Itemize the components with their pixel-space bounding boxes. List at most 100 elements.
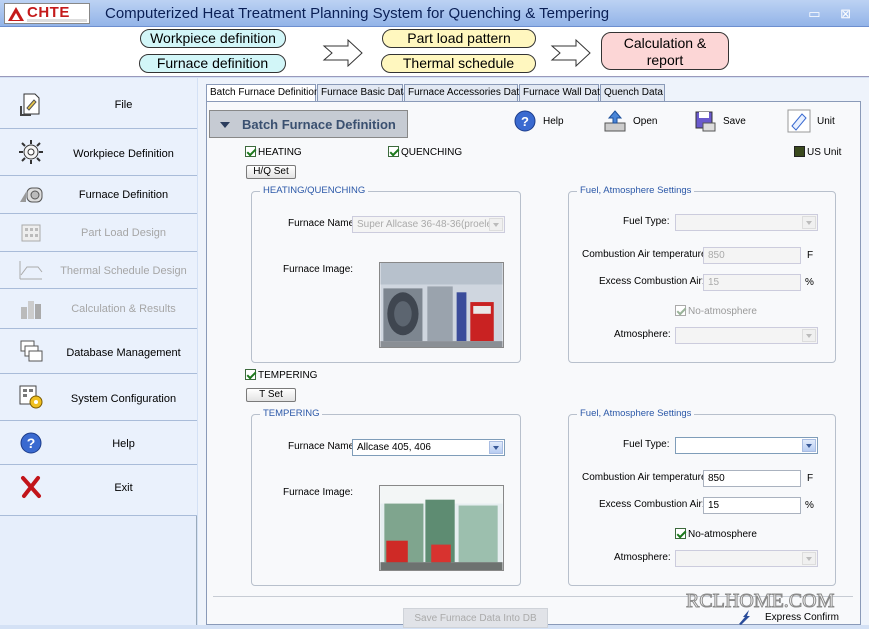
furnace-name-label: Furnace Name: [288, 441, 357, 452]
nav-label: Help [112, 438, 135, 450]
open-icon [604, 110, 626, 132]
nav-item-exit[interactable]: Exit [0, 465, 197, 516]
hq-fuel-type-select[interactable] [675, 214, 818, 231]
nav-label: Database Management [66, 347, 181, 359]
tab-furnace-accessories-data[interactable]: Furnace Accessories Data [404, 84, 525, 102]
exit-icon [21, 476, 41, 498]
furnace-icon [20, 187, 43, 203]
dropdown-arrow-icon [802, 552, 816, 565]
flow-arrow-icon [322, 38, 363, 68]
fuel-type-label: Fuel Type: [623, 216, 670, 227]
excess-air-unit: % [805, 500, 814, 511]
t-air-temp-input[interactable]: 850 [703, 470, 801, 487]
nav-item-system-configuration[interactable]: System Configuration [0, 374, 197, 421]
express-confirm-label: Express Confirm [765, 612, 839, 623]
nav-item-calculation-results[interactable]: Calculation & Results [0, 289, 197, 329]
t-set-button[interactable]: T Set [246, 388, 296, 402]
nav-item-file[interactable]: File [0, 78, 197, 129]
nav-label: Workpiece Definition [73, 148, 174, 160]
nav-item-help[interactable]: ? Help [0, 421, 197, 465]
t-furnace-name-select[interactable]: Allcase 405, 406 [352, 439, 505, 456]
t-no-atmosphere-checkbox[interactable]: No-atmosphere [675, 528, 757, 540]
excess-air-label: Excess Combustion Air: [599, 499, 705, 510]
excess-air-unit: % [805, 277, 814, 288]
no-atmosphere-label: No-atmosphere [688, 306, 757, 317]
nav-item-furnace-definition[interactable]: Furnace Definition [0, 176, 197, 214]
hq-furnace-name-select[interactable]: Super Allcase 36-48-36(proelec [352, 216, 505, 233]
calculation-report-step[interactable]: Calculation & report [601, 32, 729, 70]
help-button[interactable]: ? Help [513, 108, 573, 136]
window-controls[interactable]: ▭ ⊠ [808, 6, 859, 22]
section-title: Batch Furnace Definition [242, 117, 396, 132]
svg-text:?: ? [521, 114, 529, 129]
air-temp-unit: F [807, 473, 814, 484]
us-unit-label: US Unit [807, 147, 842, 158]
tempering-checkbox[interactable]: TEMPERING [245, 369, 317, 381]
nav-item-part-load-design[interactable]: Part Load Design [0, 214, 197, 252]
dropdown-arrow-icon [802, 439, 816, 452]
air-temp-label: Combustion Air temperature: [582, 249, 710, 260]
t-fuel-type-select[interactable] [675, 437, 818, 454]
thermal-schedule-step[interactable]: Thermal schedule [381, 54, 536, 73]
excess-air-label: Excess Combustion Air: [599, 276, 705, 287]
help-label: Help [543, 116, 564, 127]
section-header[interactable]: Batch Furnace Definition [209, 110, 408, 138]
t-furnace-name-value: Allcase 405, 406 [357, 442, 431, 453]
furnace-definition-step[interactable]: Furnace definition [139, 54, 286, 73]
unit-button[interactable]: Unit [787, 108, 847, 136]
flow-arrow-icon [550, 38, 591, 68]
hq-furnace-name-value: Super Allcase 36-48-36(proelec [357, 219, 498, 230]
air-temp-label: Combustion Air temperature: [582, 472, 710, 483]
open-label: Open [633, 116, 658, 127]
quenching-checkbox[interactable]: QUENCHING [388, 146, 462, 158]
us-unit-checkbox[interactable]: US Unit [794, 146, 841, 158]
hq-atmosphere-select[interactable] [675, 327, 818, 344]
t-atmosphere-select[interactable] [675, 550, 818, 567]
tempering-label: TEMPERING [258, 370, 318, 381]
nav-label: Part Load Design [81, 227, 166, 239]
save-furnace-data-button[interactable]: Save Furnace Data Into DB [403, 608, 548, 628]
bars-icon [21, 301, 41, 319]
fuel-type-label: Fuel Type: [623, 439, 670, 450]
hq-excess-air-input[interactable]: 15 [703, 274, 801, 291]
group-title: Fuel, Atmosphere Settings [577, 185, 695, 196]
nav-item-thermal-schedule-design[interactable]: Thermal Schedule Design [0, 252, 197, 289]
hq-set-button[interactable]: H/Q Set [246, 165, 296, 179]
dropdown-arrow-icon [489, 218, 503, 231]
collapse-icon [220, 122, 230, 128]
nav-item-workpiece-definition[interactable]: Workpiece Definition [0, 129, 197, 176]
group-title: HEATING/QUENCHING [260, 185, 369, 196]
t-excess-air-input[interactable]: 15 [703, 497, 801, 514]
open-button[interactable]: Open [603, 108, 663, 136]
hq-no-atmosphere-checkbox[interactable]: No-atmosphere [675, 305, 757, 317]
tab-furnace-wall-data[interactable]: Furnace Wall Data [519, 84, 605, 102]
heating-checkbox[interactable]: HEATING [245, 146, 302, 158]
nav-label: File [114, 99, 133, 111]
save-button[interactable]: Save [693, 108, 753, 136]
nav-label: Calculation & Results [71, 303, 176, 315]
t-furnace-image [379, 485, 504, 571]
nav-label: System Configuration [70, 393, 177, 405]
workpiece-definition-step[interactable]: Workpiece definition [140, 29, 286, 48]
save-icon [695, 111, 716, 132]
heating-label: HEATING [258, 147, 302, 158]
left-navigation: File Workpiece Definition Furnace Defini… [0, 78, 197, 625]
nav-item-database-management[interactable]: Database Management [0, 329, 197, 374]
gear-icon [19, 140, 43, 164]
heating-quenching-group: HEATING/QUENCHING Furnace Name: Super Al… [251, 185, 521, 363]
save-label: Save [723, 116, 746, 127]
atmosphere-label: Atmosphere: [614, 329, 671, 340]
furnace-name-label: Furnace Name: [288, 218, 357, 229]
hq-air-temp-input[interactable]: 850 [703, 247, 801, 264]
part-load-pattern-step[interactable]: Part load pattern [382, 29, 536, 48]
hq-fuel-atmosphere-group: Fuel, Atmosphere Settings Fuel Type: Com… [568, 185, 836, 363]
chte-logo: CHTE [4, 3, 90, 24]
quenching-label: QUENCHING [401, 147, 463, 158]
watermark-text: RCLHOME.COM [685, 590, 835, 613]
furnace-image-label: Furnace Image: [283, 264, 354, 275]
calc-line-1: Calculation & [623, 35, 707, 51]
tab-quench-data[interactable]: Quench Data [600, 84, 665, 102]
calc-line-2: report [646, 52, 684, 68]
tab-furnace-basic-data[interactable]: Furnace Basic Data [317, 84, 409, 102]
nav-label: Thermal Schedule Design [60, 265, 187, 277]
